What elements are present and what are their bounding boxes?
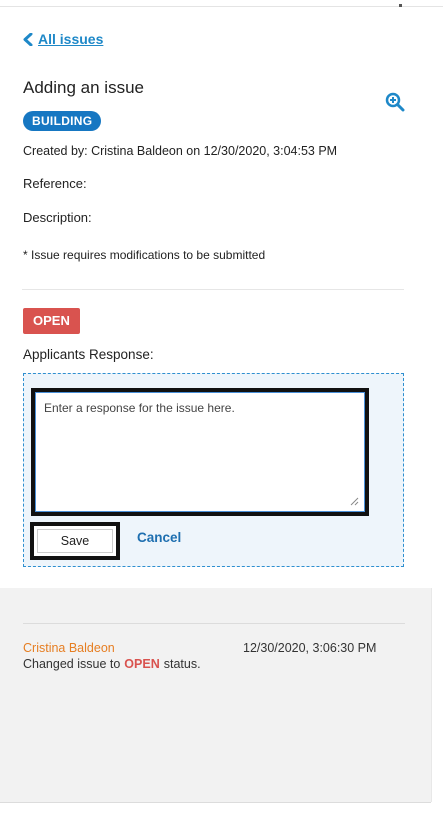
created-by-text: Created by: Cristina Baldeon on 12/30/20… bbox=[23, 144, 338, 158]
reference-label: Reference: bbox=[23, 176, 87, 191]
dropdown-caret-icon bbox=[399, 4, 402, 7]
chevron-left-icon bbox=[23, 32, 33, 46]
history-panel bbox=[0, 588, 431, 802]
history-text-before: Changed issue to bbox=[23, 657, 121, 671]
resize-grip-icon[interactable] bbox=[349, 496, 359, 506]
description-label: Description: bbox=[23, 210, 92, 225]
history-text-after: status. bbox=[163, 657, 201, 671]
history-author: Cristina Baldeon bbox=[23, 641, 115, 655]
cancel-button[interactable]: Cancel bbox=[137, 530, 181, 545]
history-entry-text: Changed issue to OPEN status. bbox=[23, 657, 201, 671]
response-textarea[interactable] bbox=[35, 392, 365, 512]
section-divider bbox=[22, 289, 404, 290]
response-textarea-frame bbox=[31, 388, 369, 516]
history-divider bbox=[23, 623, 405, 624]
save-button-label: Save bbox=[37, 529, 113, 553]
bottom-divider bbox=[0, 802, 431, 803]
history-status: OPEN bbox=[124, 657, 160, 671]
history-timestamp: 12/30/2020, 3:06:30 PM bbox=[243, 641, 377, 655]
history-panel-edge bbox=[431, 588, 432, 802]
back-link-label: All issues bbox=[38, 31, 104, 47]
status-badge: OPEN bbox=[23, 308, 80, 334]
category-badge: BUILDING bbox=[23, 111, 102, 131]
save-button[interactable]: Save bbox=[30, 522, 120, 560]
back-link-all-issues[interactable]: All issues bbox=[22, 31, 103, 47]
page-title: Adding an issue bbox=[23, 78, 144, 97]
zoom-in-icon[interactable] bbox=[385, 92, 405, 112]
top-divider bbox=[0, 6, 443, 7]
response-label: Applicants Response: bbox=[23, 347, 154, 362]
requirement-note: * Issue requires modifications to be sub… bbox=[23, 248, 266, 262]
